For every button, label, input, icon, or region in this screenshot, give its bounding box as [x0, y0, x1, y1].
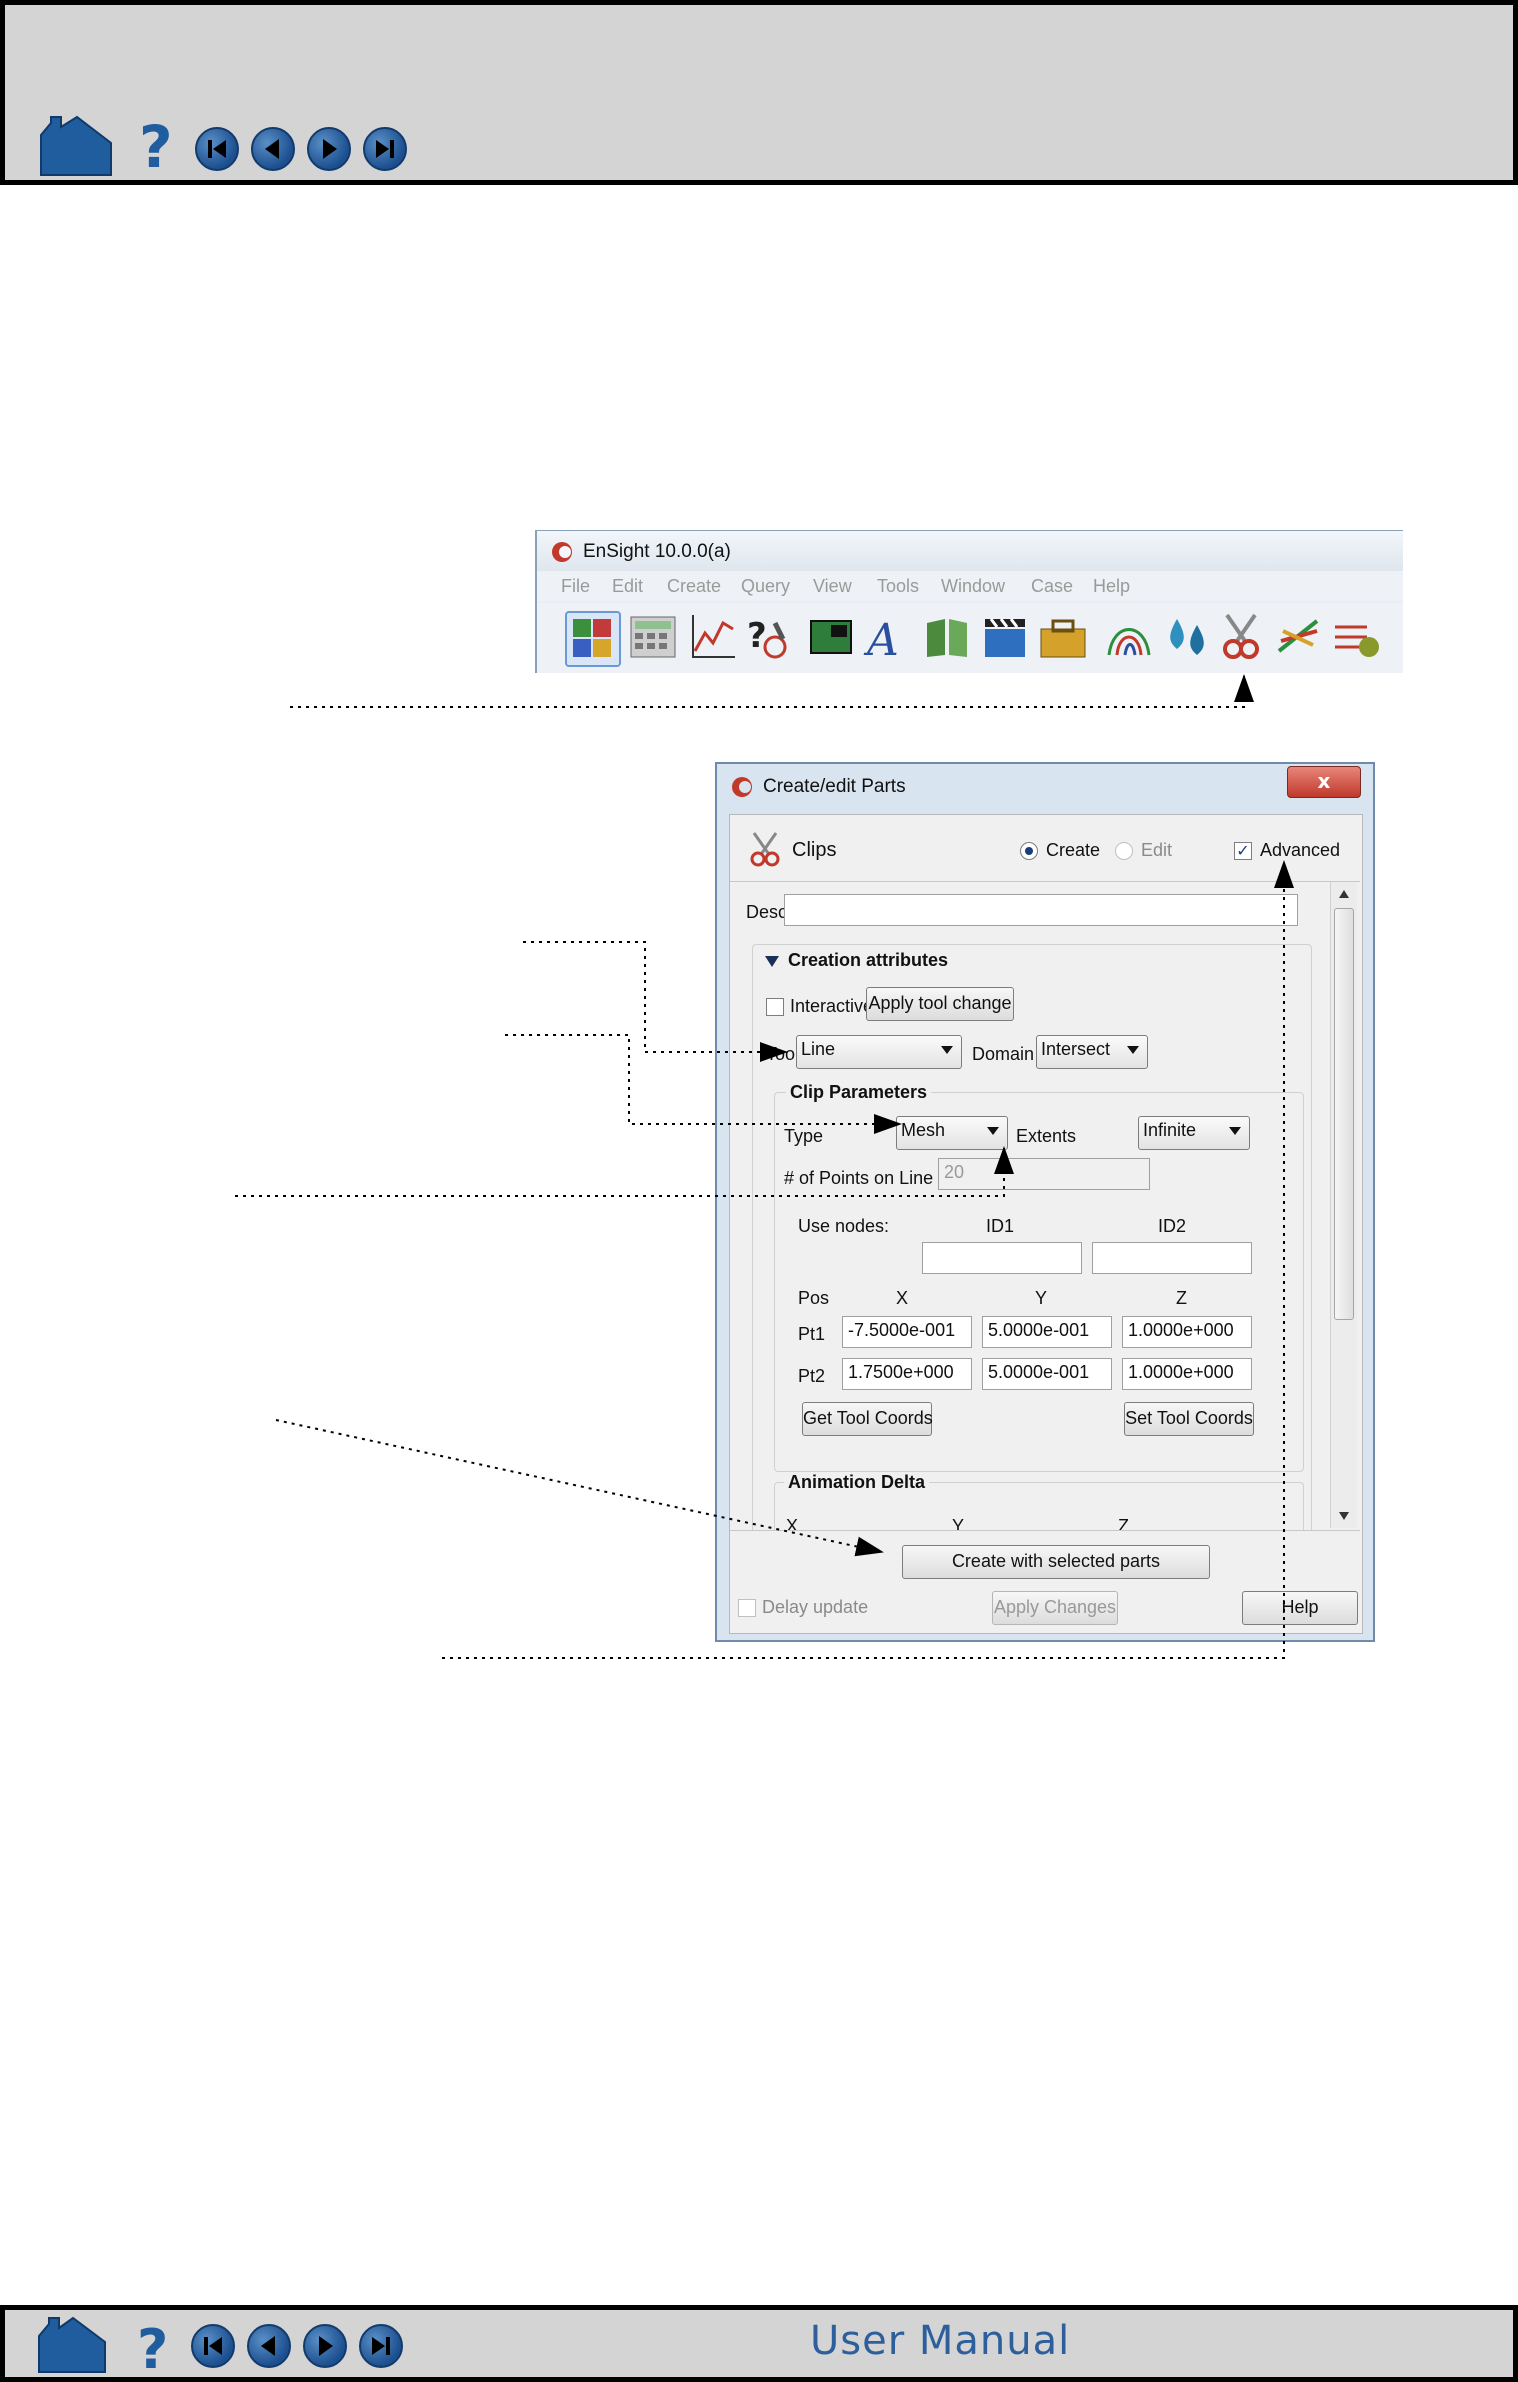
callout-create-button: [275, 1419, 884, 1557]
callout-lines: [235, 674, 1294, 1659]
svg-text:?: ?: [137, 2318, 168, 2374]
home-icon[interactable]: [37, 2316, 107, 2374]
next-page-icon[interactable]: [303, 2324, 347, 2368]
help-icon[interactable]: ?: [133, 2318, 177, 2374]
first-page-icon[interactable]: [191, 2324, 235, 2368]
callout-type-mesh: [505, 1034, 902, 1134]
user-manual-title: User Manual: [810, 2318, 1071, 2364]
page-footer-bar: ?: [0, 2305, 1518, 2382]
callout-clip-tool: [290, 674, 1254, 708]
callout-points-on-line: [235, 1146, 1014, 1197]
previous-page-icon[interactable]: [247, 2324, 291, 2368]
callout-advanced: [442, 860, 1294, 1659]
last-page-icon[interactable]: [359, 2324, 403, 2368]
